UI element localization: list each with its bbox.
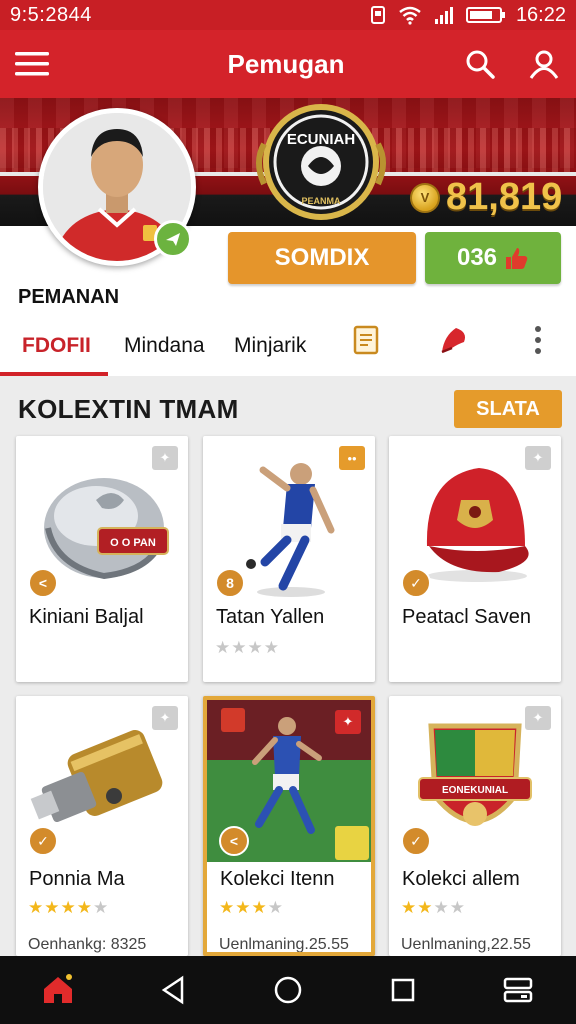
star-filled-icon: ★★★★ [28,898,93,917]
status-clock: 16:22 [515,3,566,26]
battery-icon [465,7,505,23]
tab-mindana[interactable]: Mindana [124,316,205,376]
status-icons [370,5,506,25]
wifi-icon [399,6,421,25]
plane-icon [166,233,180,246]
card-badge: ✓ [401,568,431,598]
tab-minjarik[interactable]: Minjarik [234,316,306,376]
collection-card[interactable]: ✦ ✓ Peatacl Saven [389,436,561,682]
nav-recents-button[interactable] [373,960,433,1020]
collection-card[interactable]: •• 8 Tatan Yallen ★★★★ [203,436,375,682]
app-root: 9:5:2844 16:22 Pemugan ECUNIAH PEANMA V … [0,0,576,1024]
star-empty-icon: ★★ [433,898,466,917]
back-icon [161,975,184,1005]
section-title: KOLEXTIN TMAM [18,394,239,424]
coin-icon: V [410,182,440,213]
card-name: Kiniani Baljal [29,606,144,628]
star-filled-icon: ★★ [401,898,434,917]
profile-tabs: FDOFII Mindana Minjarik [0,316,576,376]
favorite-button[interactable]: ✦ [335,710,361,734]
card-meta: Uenlmaning,22.55 [401,936,531,953]
coin-balance: V 81,819 [410,176,562,219]
collection-card[interactable]: EONEKUNIAL ✦ ✓ Kolekci allem ★★★★ Uenlma… [389,696,561,956]
secondary-button-label: 036 [456,244,498,271]
card-name: Ponnia Ma [29,868,125,890]
search-button[interactable] [448,30,512,98]
nav-home-button[interactable] [28,960,88,1020]
status-left-text: 9:5:2844 [10,3,92,26]
recents-icon [391,978,415,1002]
collection-card[interactable]: ✦ < Kolekci Itenn ★★★★ Uenlmaning.25.55 [203,696,375,956]
switch-icon [504,977,533,1003]
coin-value: 81,819 [446,176,563,218]
card-name: Tatan Yallen [216,606,325,628]
profile-button[interactable] [512,30,576,98]
nav-back-button[interactable] [143,960,203,1020]
sim-icon [370,6,385,24]
flag-icon [441,328,465,354]
menu-button[interactable] [0,30,64,98]
tab-label: Mindana [124,334,205,357]
tab-label: Minjarik [234,334,307,357]
crest-top-text: ECUNIAH [287,131,355,148]
active-tab-indicator [0,372,108,376]
favorite-button[interactable]: ✦ [525,706,551,730]
star-empty-icon: ★ [267,898,284,917]
crest-banner-text: EONEKUNIAL [442,785,508,796]
status-bar: 9:5:2844 16:22 [0,0,576,30]
star-empty-icon: ★ [92,898,110,917]
card-badge: 8 [215,568,245,598]
signal-icon [434,7,453,24]
secondary-action-button[interactable]: 036 [425,232,561,284]
more-icon [535,326,541,354]
flag-button[interactable] [436,322,472,358]
avatar-status-badge [154,220,192,258]
favorite-button[interactable]: ✦ [152,706,178,730]
collection-card[interactable]: O O PAN ✦ < Kiniani Baljal [16,436,188,682]
app-title: Pemugan [227,48,345,79]
favorite-button[interactable]: ✦ [525,446,551,470]
crest-bottom-text: PEANMA [301,196,341,206]
home-icon [43,974,72,1003]
rating-stars: ★★★★ [215,638,280,658]
rating-stars: ★★★★ [401,898,466,918]
document-icon [353,325,379,355]
profile-icon [529,50,559,79]
star-filled-icon: ★★★ [219,898,268,917]
thumbs-up-icon [506,248,528,269]
card-badge: ✓ [28,826,58,856]
rating-stars: ★★★★ [219,898,284,918]
coin-symbol: V [420,190,430,205]
card-meta: Uenlmaning.25.55 [219,936,349,953]
primary-action-button[interactable]: SOMDIX [228,232,416,284]
star-empty-icon: ★★★★ [215,638,280,657]
bottom-nav [0,956,576,1024]
player-name: PEMANAN [18,286,120,308]
nav-circle-home-button[interactable] [258,960,318,1020]
card-badge: < [219,826,249,856]
card-badge: < [28,568,58,598]
collection-card[interactable]: ✦ ✓ Ponnia Ma ★★★★★ Oenhankg: 8325 [16,696,188,956]
tab-fdofii[interactable]: FDOFII [22,316,91,376]
favorite-button[interactable]: •• [339,446,365,470]
card-name: Peatacl Saven [402,606,531,628]
helmet-banner-text: O O PAN [110,537,156,549]
card-name: Kolekci allem [402,868,520,890]
card-badge: ✓ [401,826,431,856]
app-bar: Pemugan [0,30,576,98]
club-crest-icon: ECUNIAH PEANMA [256,104,386,220]
card-meta: Oenhankg: 8325 [28,936,147,953]
menu-icon [15,52,49,76]
circle-home-icon [274,976,302,1004]
search-icon [466,50,495,79]
card-name: Kolekci Itenn [220,868,335,890]
favorite-button[interactable]: ✦ [152,446,178,470]
rating-stars: ★★★★★ [28,898,109,918]
document-button[interactable] [348,322,384,358]
tab-label: FDOFII [22,334,91,357]
more-button[interactable] [520,322,556,358]
section-action-button[interactable]: SLATA [454,390,562,428]
nav-switch-button[interactable] [488,960,548,1020]
